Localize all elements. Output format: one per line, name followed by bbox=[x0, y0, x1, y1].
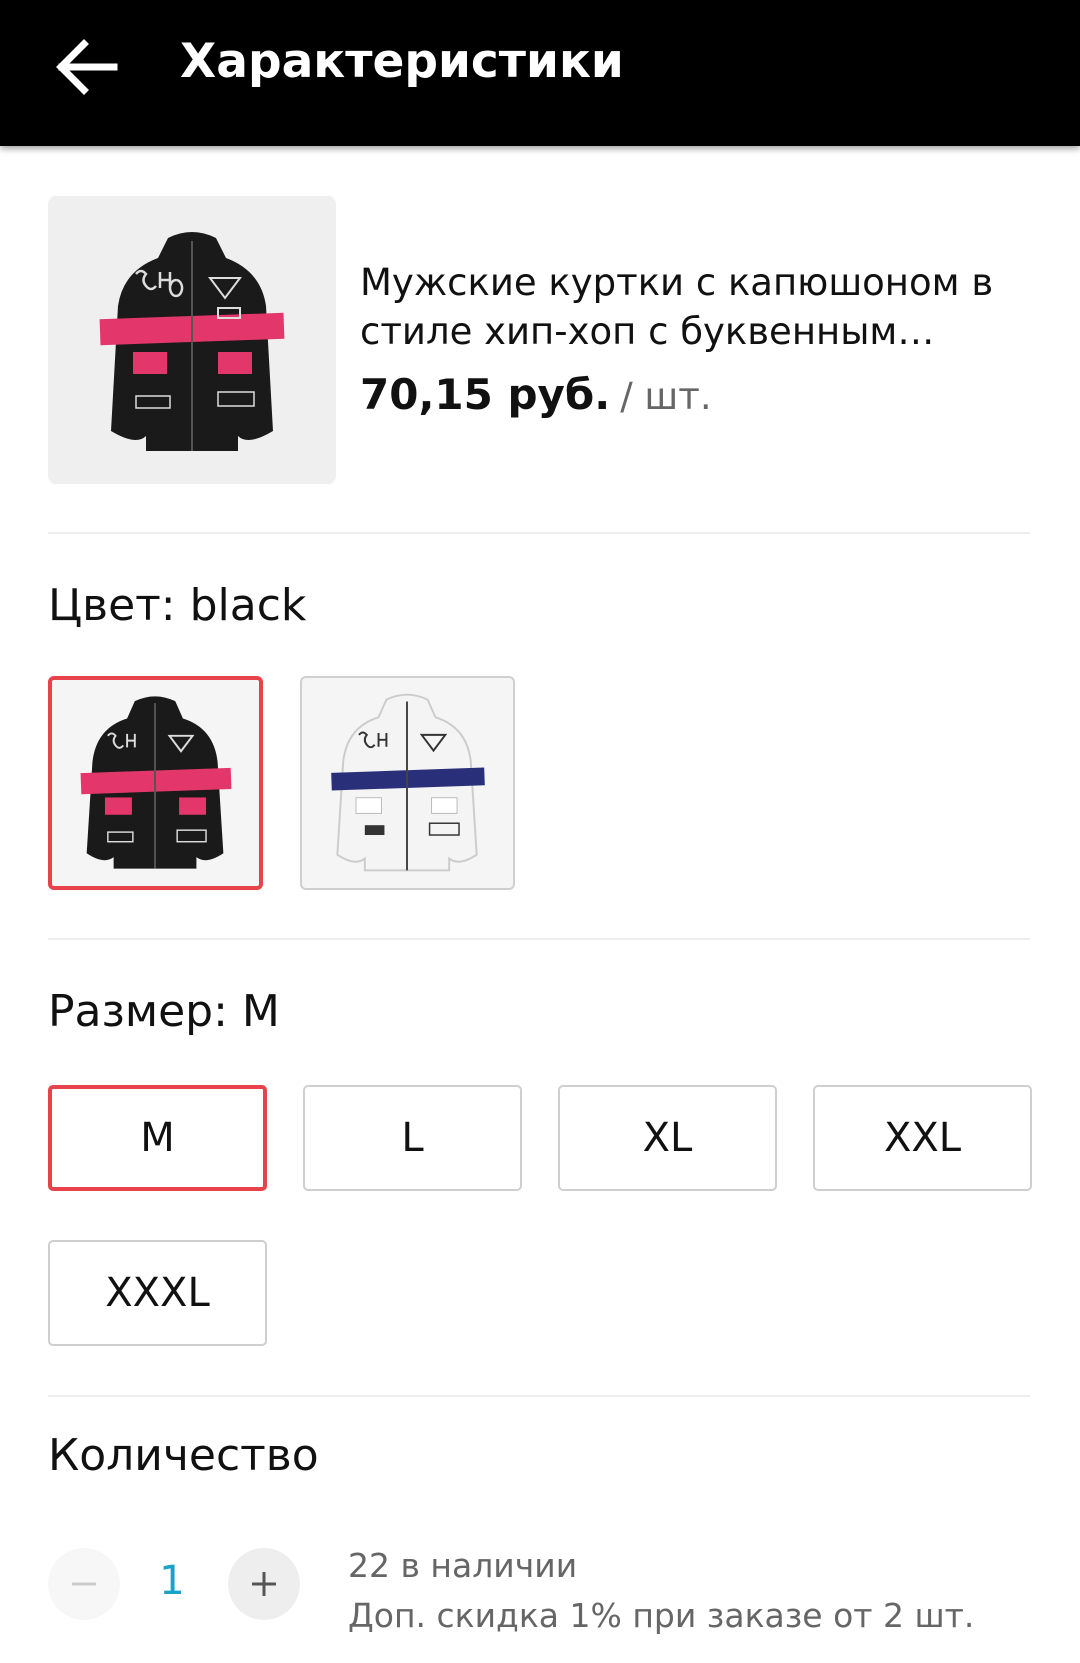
size-option-xxxl[interactable]: XXXL bbox=[48, 1240, 267, 1346]
minus-icon bbox=[72, 1582, 96, 1586]
divider bbox=[48, 1395, 1030, 1397]
quantity-value[interactable]: 1 bbox=[140, 1558, 204, 1604]
price-unit: / шт. bbox=[620, 375, 712, 418]
color-label: Цвет: black bbox=[48, 580, 307, 631]
top-app-bar: Характеристики bbox=[0, 0, 1080, 146]
color-option-black[interactable] bbox=[48, 676, 263, 890]
discount-note: Доп. скидка 1% при заказе от 2 шт. bbox=[348, 1596, 975, 1635]
price-row: 70,15 руб. / шт. bbox=[360, 370, 712, 419]
size-label: Размер: M bbox=[48, 986, 280, 1037]
color-option-white[interactable] bbox=[300, 676, 515, 890]
quantity-increase-button[interactable] bbox=[228, 1548, 300, 1620]
size-option-xxl[interactable]: XXL bbox=[813, 1085, 1032, 1191]
divider bbox=[48, 938, 1030, 940]
back-button[interactable] bbox=[52, 36, 122, 98]
product-image bbox=[48, 196, 336, 484]
page-title: Характеристики bbox=[180, 34, 624, 89]
plus-icon bbox=[252, 1572, 276, 1596]
divider bbox=[48, 532, 1030, 534]
stock-count: 22 в наличии bbox=[348, 1546, 578, 1585]
quantity-label: Количество bbox=[48, 1430, 319, 1481]
quantity-decrease-button[interactable] bbox=[48, 1548, 120, 1620]
size-option-l[interactable]: L bbox=[303, 1085, 522, 1191]
size-option-m[interactable]: M bbox=[48, 1085, 267, 1191]
product-title: Мужские куртки с капюшоном в стиле хип-х… bbox=[360, 261, 994, 353]
product-price: 70,15 руб. bbox=[360, 370, 611, 419]
arrow-left-icon bbox=[56, 39, 118, 95]
size-option-xl[interactable]: XL bbox=[558, 1085, 777, 1191]
